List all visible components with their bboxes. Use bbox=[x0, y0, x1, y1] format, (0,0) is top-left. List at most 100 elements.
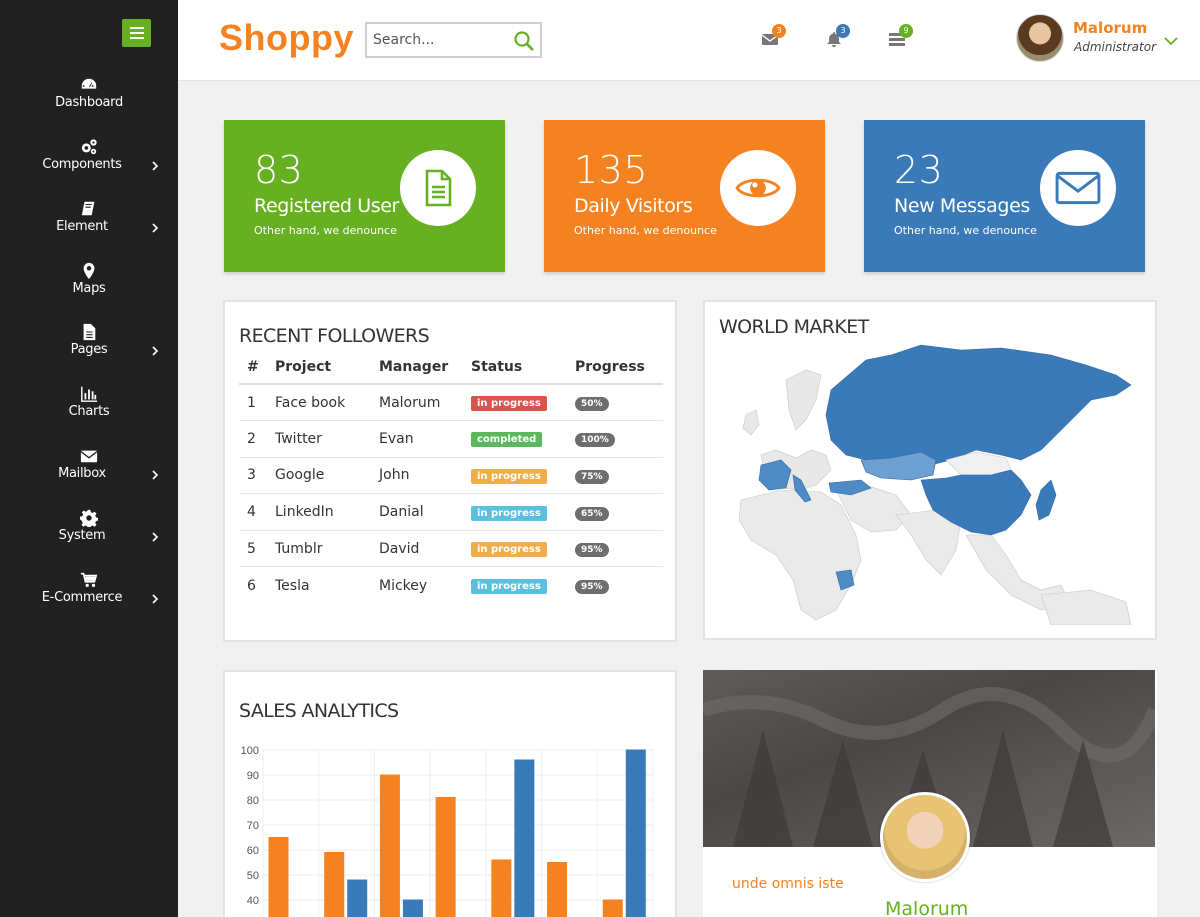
user-avatar[interactable] bbox=[1016, 14, 1064, 62]
table-row[interactable]: 5 Tumblr David in progress 95% bbox=[239, 530, 663, 568]
row-number: 4 bbox=[239, 493, 275, 531]
stat-value: 83 bbox=[254, 148, 304, 192]
table-row[interactable]: 2 Twitter Evan completed 100% bbox=[239, 420, 663, 458]
row-number: 1 bbox=[239, 384, 275, 422]
sidebar-item-label: Charts bbox=[68, 404, 110, 419]
bar bbox=[547, 862, 568, 917]
map-marker-icon bbox=[79, 261, 99, 281]
sidebar-item-mailbox[interactable]: Mailbox bbox=[0, 446, 178, 496]
chevron-right-icon bbox=[152, 346, 159, 356]
stat-subtitle: Other hand, we denounce bbox=[254, 224, 397, 237]
y-tick-label: 40 bbox=[247, 895, 259, 907]
sidebar: Dashboard Components Element Maps Pages … bbox=[0, 0, 178, 917]
progress-badge: 95% bbox=[575, 580, 609, 595]
brand-logo[interactable]: Shoppy bbox=[219, 17, 354, 59]
sidebar-item-ecommerce[interactable]: E-Commerce bbox=[0, 570, 178, 620]
table-row[interactable]: 6 Tesla Mickey in progress 95% bbox=[239, 567, 663, 604]
messages-count-badge: 3 bbox=[772, 24, 786, 38]
sidebar-item-pages[interactable]: Pages bbox=[0, 322, 178, 372]
map-region-scandinavia bbox=[785, 369, 822, 431]
bar bbox=[402, 899, 423, 917]
sidebar-item-components[interactable]: Components bbox=[0, 137, 178, 187]
sidebar-item-label: E-Commerce bbox=[41, 590, 123, 605]
manager-name: Evan bbox=[379, 420, 471, 458]
status-badge: completed bbox=[471, 432, 543, 448]
y-tick-label: 60 bbox=[247, 845, 259, 857]
status-badge: in progress bbox=[471, 579, 547, 595]
tasks-count-badge: 9 bbox=[899, 24, 913, 38]
status-cell: in progress bbox=[471, 457, 575, 495]
gears-icon bbox=[79, 137, 99, 157]
stat-value: 135 bbox=[574, 148, 649, 192]
sidebar-item-element[interactable]: Element bbox=[0, 199, 178, 249]
search-input[interactable] bbox=[373, 30, 513, 50]
sidebar-item-charts[interactable]: Charts bbox=[0, 384, 178, 434]
table-row[interactable]: 1 Face book Malorum in progress 50% bbox=[239, 384, 663, 422]
progress-badge: 100% bbox=[575, 433, 615, 448]
table-row[interactable]: 3 Google John in progress 75% bbox=[239, 457, 663, 495]
status-badge: in progress bbox=[471, 542, 547, 558]
chevron-down-icon[interactable] bbox=[1164, 36, 1178, 46]
envelope-icon bbox=[79, 446, 99, 466]
project-name: Tesla bbox=[275, 577, 310, 594]
map-region-japan bbox=[1035, 479, 1057, 521]
manager-name: John bbox=[379, 457, 471, 495]
sidebar-item-label: Element bbox=[56, 219, 108, 234]
messages-button[interactable]: 3 bbox=[762, 24, 786, 50]
sidebar-item-system[interactable]: System bbox=[0, 508, 178, 558]
gear-icon bbox=[79, 508, 99, 528]
manager-name: David bbox=[379, 530, 471, 568]
sidebar-item-label: Components bbox=[42, 157, 122, 172]
y-tick-label: 50 bbox=[247, 870, 259, 882]
sidebar-item-maps[interactable]: Maps bbox=[0, 261, 178, 311]
column-header: Project bbox=[275, 350, 379, 385]
stat-value: 23 bbox=[894, 148, 944, 192]
status-badge: in progress bbox=[471, 505, 547, 521]
table-row[interactable]: 4 LinkedIn Danial in progress 65% bbox=[239, 493, 663, 531]
panel-title: RECENT FOLLOWERS bbox=[239, 325, 430, 347]
manager-name: Danial bbox=[379, 493, 471, 531]
progress-badge: 95% bbox=[575, 543, 609, 558]
profile-name: Malorum bbox=[885, 898, 969, 917]
project-name: Google bbox=[275, 457, 379, 495]
stat-card-registered-users[interactable]: 83 Registered User Other hand, we denoun… bbox=[224, 120, 505, 272]
bar bbox=[347, 879, 368, 917]
table-header-row: # Project Manager Status Progress bbox=[239, 350, 663, 385]
progress-cell: 65% bbox=[575, 493, 663, 531]
file-icon bbox=[79, 322, 99, 342]
profile-avatar[interactable] bbox=[880, 792, 970, 882]
progress-cell: 95% bbox=[575, 530, 663, 568]
status-cell: in progress bbox=[471, 384, 575, 422]
progress-badge: 65% bbox=[575, 506, 609, 521]
sidebar-item-dashboard[interactable]: Dashboard bbox=[0, 75, 178, 125]
envelope-icon bbox=[1040, 150, 1116, 226]
profile-tagline: unde omnis iste bbox=[732, 876, 844, 892]
sales-bar-chart: 100 90 80 70 60 50 40 bbox=[241, 745, 654, 917]
eye-icon bbox=[720, 150, 796, 226]
bar bbox=[491, 859, 512, 917]
progress-cell: 50% bbox=[575, 384, 663, 422]
search-icon[interactable] bbox=[513, 30, 535, 52]
chevron-right-icon bbox=[152, 470, 159, 480]
user-role: Administrator bbox=[1074, 40, 1157, 54]
world-map[interactable] bbox=[721, 340, 1141, 625]
manager-name: Mickey bbox=[379, 577, 428, 594]
chevron-right-icon bbox=[152, 223, 159, 233]
notifications-button[interactable]: 3 bbox=[826, 24, 850, 50]
tasks-button[interactable]: 9 bbox=[889, 24, 913, 50]
bar bbox=[602, 899, 623, 917]
row-number: 3 bbox=[239, 457, 275, 495]
hamburger-icon bbox=[129, 27, 144, 39]
stat-card-daily-visitors[interactable]: 135 Daily Visitors Other hand, we denoun… bbox=[544, 120, 825, 272]
bar bbox=[324, 852, 345, 917]
dashboard-icon bbox=[79, 75, 99, 95]
user-name[interactable]: Malorum bbox=[1073, 19, 1147, 37]
project-name: LinkedIn bbox=[275, 493, 379, 531]
bar-chart-icon bbox=[79, 384, 99, 404]
manager-name: Malorum bbox=[379, 384, 471, 422]
stat-card-new-messages[interactable]: 23 New Messages Other hand, we denounce bbox=[864, 120, 1145, 272]
map-region-africa bbox=[738, 489, 862, 621]
menu-toggle-button[interactable] bbox=[122, 19, 151, 47]
bar bbox=[625, 749, 646, 917]
map-region-australia bbox=[1040, 589, 1132, 625]
